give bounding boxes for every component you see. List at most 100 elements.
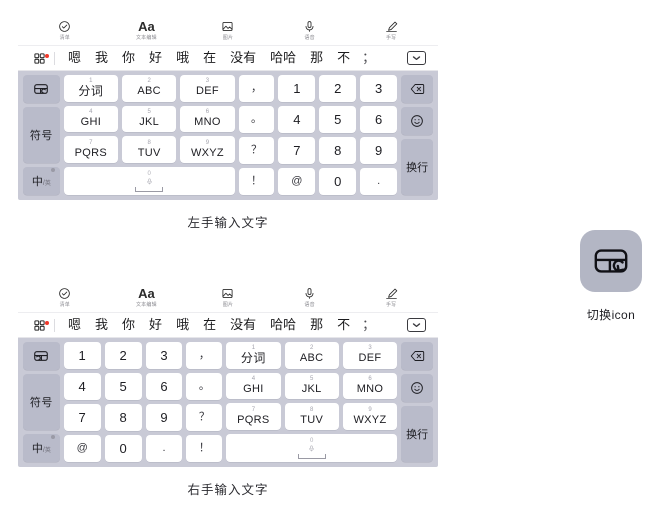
space-key[interactable]: 0 bbox=[226, 434, 398, 462]
keyboard-switch-key[interactable] bbox=[23, 342, 60, 370]
punctuation-key[interactable]: ？ bbox=[186, 404, 223, 431]
collapse-keyboard-button[interactable] bbox=[402, 318, 430, 332]
t9-key[interactable]: 4 GHI bbox=[63, 105, 118, 133]
candidate-item[interactable]: 那 bbox=[303, 317, 330, 333]
numpad-key[interactable]: . bbox=[145, 435, 183, 462]
punctuation-key[interactable]: ！ bbox=[238, 168, 275, 195]
toolbar-item-voice[interactable]: 语音 bbox=[269, 286, 351, 309]
toolbar-item-handwriting[interactable]: 手写 bbox=[350, 19, 432, 42]
toolbar-item-image[interactable]: 图片 bbox=[187, 286, 269, 309]
t9-key[interactable]: 8 TUV bbox=[284, 403, 339, 430]
toolbar-item-voice[interactable]: 语音 bbox=[269, 19, 351, 42]
numpad-key[interactable]: 3 bbox=[145, 342, 183, 369]
toolbar-item-checklist[interactable]: 清单 bbox=[24, 19, 106, 42]
symbol-key[interactable]: 符号 bbox=[23, 107, 60, 163]
candidate-item[interactable]: 你 bbox=[115, 50, 142, 66]
apps-grid-button[interactable] bbox=[26, 52, 52, 65]
candidate-item[interactable]: 哦 bbox=[169, 50, 196, 66]
numpad-key[interactable]: 9 bbox=[360, 137, 398, 164]
apps-grid-button[interactable] bbox=[26, 319, 52, 332]
t9-key[interactable]: 5 JKL bbox=[284, 372, 339, 400]
numpad-key[interactable]: 8 bbox=[319, 137, 357, 164]
t9-key[interactable]: 1 分词 bbox=[226, 342, 281, 369]
candidate-item[interactable]: 不 bbox=[330, 50, 357, 66]
candidate-item[interactable]: 好 bbox=[142, 50, 169, 66]
toolbar-item-checklist[interactable]: 清单 bbox=[24, 286, 106, 309]
keyboard-switch-key[interactable] bbox=[23, 75, 60, 103]
numpad-key[interactable]: 1 bbox=[63, 342, 101, 369]
toolbar-item-handwriting[interactable]: 手写 bbox=[350, 286, 432, 309]
numpad-key[interactable]: 3 bbox=[360, 75, 398, 102]
numpad-key[interactable]: 5 bbox=[319, 106, 357, 133]
numpad-key[interactable]: 1 bbox=[278, 75, 316, 102]
candidate-item[interactable]: 嗯 bbox=[61, 50, 88, 66]
toolbar-item-text-format[interactable]: Aa 文本编辑 bbox=[106, 286, 188, 309]
collapse-keyboard-button[interactable] bbox=[402, 51, 430, 65]
candidate-item[interactable]: 哦 bbox=[169, 317, 196, 333]
numpad-key[interactable]: 8 bbox=[104, 404, 142, 431]
enter-key[interactable]: 换行 bbox=[401, 406, 434, 462]
numpad-key[interactable]: 4 bbox=[278, 106, 316, 133]
t9-key[interactable]: 2 ABC bbox=[122, 75, 177, 102]
toolbar-item-image[interactable]: 图片 bbox=[187, 19, 269, 42]
candidate-item[interactable]: 哈哈 bbox=[263, 317, 303, 333]
t9-key[interactable]: 7 PQRS bbox=[226, 403, 281, 430]
enter-key[interactable]: 换行 bbox=[401, 139, 434, 195]
numpad-key[interactable]: 0 bbox=[319, 168, 357, 195]
candidate-item[interactable]: 在 bbox=[196, 317, 223, 333]
toolbar-item-text-format[interactable]: Aa 文本编辑 bbox=[106, 19, 188, 42]
t9-key[interactable]: 2 ABC bbox=[284, 342, 339, 369]
t9-key[interactable]: 4 GHI bbox=[226, 372, 281, 400]
t9-key[interactable]: 6 MNO bbox=[180, 105, 235, 133]
space-key[interactable]: 0 bbox=[63, 167, 235, 195]
t9-key[interactable]: 6 MNO bbox=[342, 372, 398, 400]
t9-key[interactable]: 1 分词 bbox=[63, 75, 118, 102]
candidate-item[interactable]: ； bbox=[357, 50, 380, 66]
candidate-item[interactable]: 我 bbox=[88, 317, 115, 333]
numpad-key[interactable]: 2 bbox=[319, 75, 357, 102]
numpad-key[interactable]: 0 bbox=[104, 435, 142, 462]
t9-key[interactable]: 3 DEF bbox=[342, 342, 398, 369]
emoji-key[interactable] bbox=[401, 374, 434, 402]
t9-key[interactable]: 9 WXYZ bbox=[342, 403, 398, 430]
numpad-key[interactable]: 4 bbox=[63, 373, 101, 400]
numpad-key[interactable]: 6 bbox=[360, 106, 398, 133]
numpad-key[interactable]: @ bbox=[278, 168, 316, 195]
backspace-key[interactable] bbox=[401, 342, 434, 370]
t9-key[interactable]: 8 TUV bbox=[122, 136, 177, 163]
t9-key[interactable]: 9 WXYZ bbox=[180, 136, 235, 163]
candidate-item[interactable]: ； bbox=[357, 317, 380, 333]
punctuation-key[interactable]: ！ bbox=[186, 435, 223, 462]
language-toggle-key[interactable]: 中 / 英 bbox=[23, 167, 60, 195]
candidate-item[interactable]: 嗯 bbox=[61, 317, 88, 333]
candidate-item[interactable]: 你 bbox=[115, 317, 142, 333]
candidate-item[interactable]: 没有 bbox=[223, 50, 263, 66]
symbol-key[interactable]: 符号 bbox=[23, 374, 60, 430]
punctuation-key[interactable]: 。 bbox=[186, 373, 223, 400]
candidate-item[interactable]: 不 bbox=[330, 317, 357, 333]
numpad-key[interactable]: . bbox=[360, 168, 398, 195]
numpad-key[interactable]: 2 bbox=[104, 342, 142, 369]
t9-key[interactable]: 7 PQRS bbox=[63, 136, 118, 163]
candidate-item[interactable]: 好 bbox=[142, 317, 169, 333]
candidate-item[interactable]: 哈哈 bbox=[263, 50, 303, 66]
emoji-key[interactable] bbox=[401, 107, 434, 135]
language-toggle-key[interactable]: 中 / 英 bbox=[23, 434, 60, 462]
numpad-key[interactable]: @ bbox=[63, 435, 101, 462]
backspace-key[interactable] bbox=[401, 75, 434, 103]
numpad-key[interactable]: 6 bbox=[145, 373, 183, 400]
t9-key[interactable]: 5 JKL bbox=[122, 105, 177, 133]
t9-key[interactable]: 3 DEF bbox=[180, 75, 235, 102]
numpad-key[interactable]: 7 bbox=[63, 404, 101, 431]
candidate-item[interactable]: 我 bbox=[88, 50, 115, 66]
punctuation-key[interactable]: ？ bbox=[238, 137, 275, 164]
numpad-key[interactable]: 9 bbox=[145, 404, 183, 431]
candidate-item[interactable]: 在 bbox=[196, 50, 223, 66]
switch-icon-tile[interactable] bbox=[580, 230, 642, 292]
candidate-item[interactable]: 那 bbox=[303, 50, 330, 66]
punctuation-key[interactable]: ， bbox=[238, 75, 275, 102]
numpad-key[interactable]: 5 bbox=[104, 373, 142, 400]
numpad-key[interactable]: 7 bbox=[278, 137, 316, 164]
punctuation-key[interactable]: 。 bbox=[238, 106, 275, 133]
punctuation-key[interactable]: ， bbox=[186, 342, 223, 369]
